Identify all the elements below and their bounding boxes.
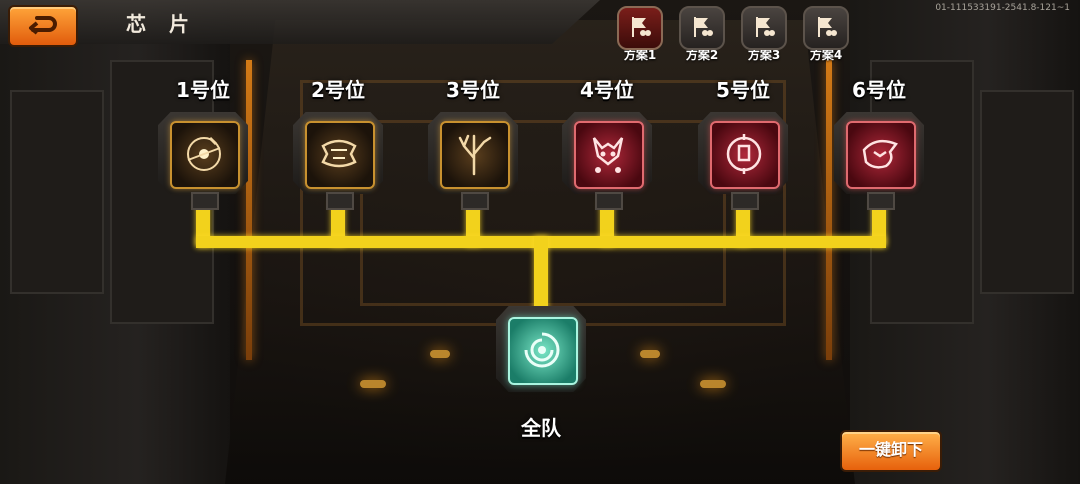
slot-connector (461, 192, 489, 210)
slot-connector (191, 192, 219, 210)
flag-icon (818, 17, 837, 37)
floor-light (360, 380, 386, 388)
trunk-wire (534, 236, 548, 312)
plan-badge (741, 6, 787, 50)
slot-label-2: 2号位 (311, 78, 365, 102)
top-bar (0, 0, 600, 44)
chip-tile (305, 121, 375, 189)
page-title: 芯 片 (126, 12, 197, 36)
orange-rail (246, 60, 252, 360)
slot-connector (326, 192, 354, 210)
chip-tile (574, 121, 644, 189)
chip-tile (170, 121, 240, 189)
plan-tab-2[interactable]: 方案2 (674, 6, 730, 63)
orange-rail (826, 60, 832, 360)
slot-label-3: 3号位 (446, 78, 500, 102)
slot-connector (867, 192, 895, 210)
demon-chip-icon (592, 137, 624, 173)
armor-chip-icon (321, 139, 357, 168)
chip-slot-1[interactable] (158, 112, 248, 210)
chip-tile (440, 121, 510, 189)
chip-tile (508, 317, 578, 385)
team-chip-slot[interactable] (496, 306, 586, 402)
floor-light (640, 350, 660, 358)
chip-slot-4[interactable] (562, 112, 652, 210)
back-arrow-icon (29, 16, 57, 35)
chip-slot-2[interactable] (293, 112, 383, 210)
floor-light (700, 380, 726, 388)
slot-label-5: 5号位 (716, 78, 770, 102)
chip-slot-6[interactable] (834, 112, 924, 210)
chip-tile (846, 121, 916, 189)
team-label: 全队 (521, 416, 561, 440)
flag-icon (756, 17, 775, 37)
slot-label-4: 4号位 (580, 78, 634, 102)
slot-label-6: 6号位 (852, 78, 906, 102)
plan-tab-4[interactable]: 方案4 (798, 6, 854, 63)
back-button[interactable] (8, 5, 78, 47)
plan-tab-1[interactable]: 方案1 (612, 6, 668, 63)
unload-all-button[interactable]: 一键卸下 (840, 430, 942, 472)
slot-connector (595, 192, 623, 210)
beast-chip-icon (862, 139, 898, 169)
chip-slot-3[interactable] (428, 112, 518, 210)
wall-panel (980, 90, 1074, 294)
wall-panel (10, 90, 104, 294)
version-text: 01-111533191-2541.8-121~1 (935, 3, 1070, 13)
target-chip-icon (726, 134, 762, 174)
tree-chip-icon (458, 134, 492, 176)
flag-icon (694, 17, 713, 37)
floor-light (430, 350, 450, 358)
flag-icon (632, 17, 651, 37)
vortex-chip-icon (524, 332, 560, 368)
chip-slot-5[interactable] (698, 112, 788, 210)
chip-tile (710, 121, 780, 189)
plan-badge (617, 6, 663, 50)
slot-connector (731, 192, 759, 210)
plan-badge (803, 6, 849, 50)
slot-label-1: 1号位 (176, 78, 230, 102)
plan-tab-3[interactable]: 方案3 (736, 6, 792, 63)
compass-chip-icon (187, 136, 221, 171)
plan-badge (679, 6, 725, 50)
